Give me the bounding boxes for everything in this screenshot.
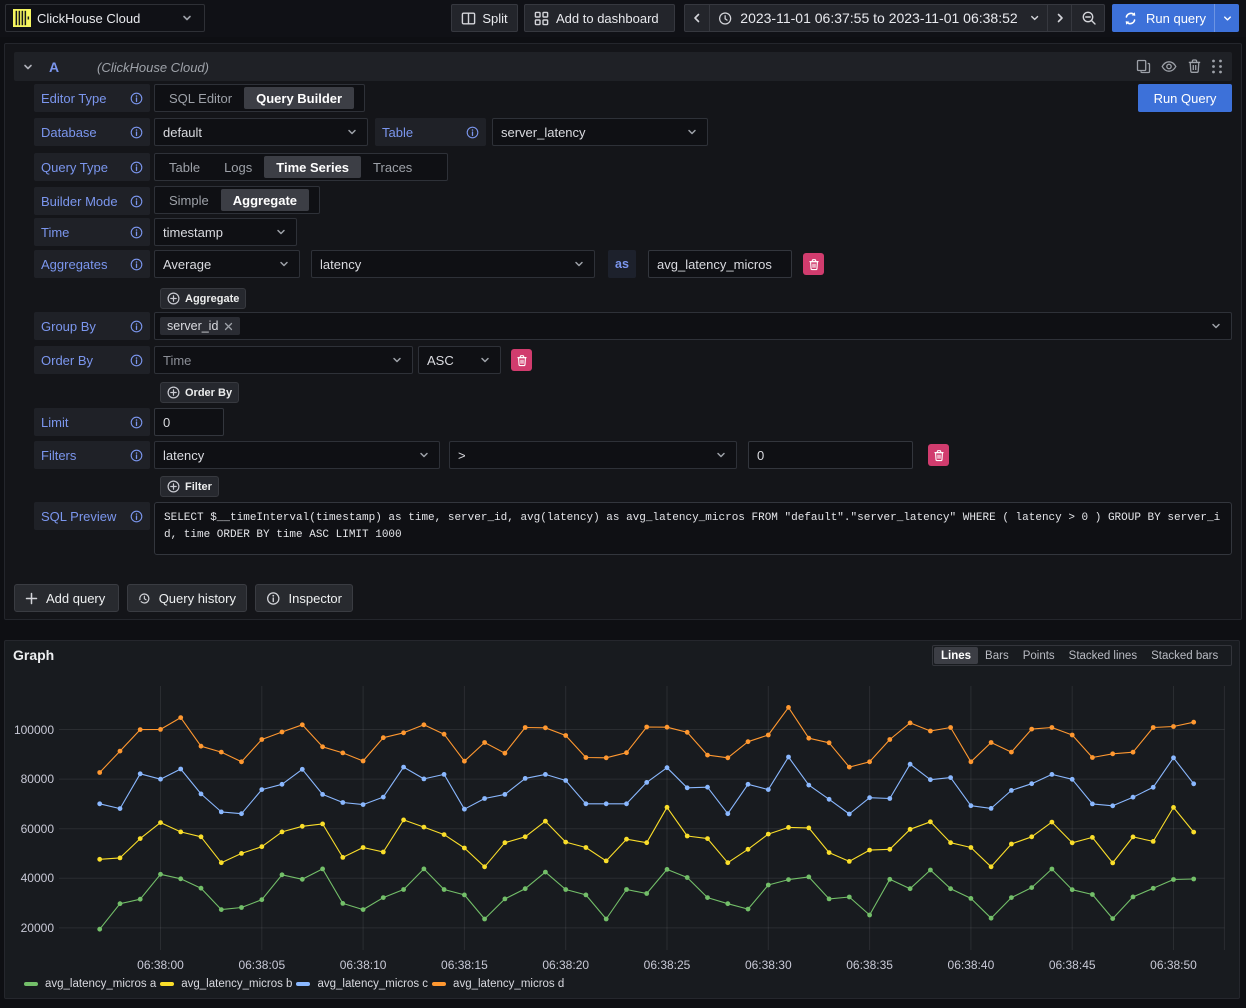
svg-text:06:38:05: 06:38:05 — [238, 958, 285, 972]
svg-text:06:38:30: 06:38:30 — [745, 958, 792, 972]
svg-text:06:38:25: 06:38:25 — [644, 958, 691, 972]
svg-text:60000: 60000 — [21, 822, 55, 836]
svg-text:06:38:00: 06:38:00 — [137, 958, 184, 972]
svg-text:06:38:45: 06:38:45 — [1049, 958, 1096, 972]
svg-text:06:38:35: 06:38:35 — [846, 958, 893, 972]
svg-text:80000: 80000 — [21, 772, 55, 786]
svg-text:40000: 40000 — [21, 871, 55, 885]
svg-text:06:38:15: 06:38:15 — [441, 958, 488, 972]
svg-text:06:38:10: 06:38:10 — [340, 958, 387, 972]
svg-text:20000: 20000 — [21, 921, 55, 935]
svg-text:06:38:40: 06:38:40 — [948, 958, 995, 972]
svg-text:06:38:20: 06:38:20 — [542, 958, 589, 972]
svg-text:100000: 100000 — [14, 723, 54, 737]
svg-text:06:38:50: 06:38:50 — [1150, 958, 1197, 972]
